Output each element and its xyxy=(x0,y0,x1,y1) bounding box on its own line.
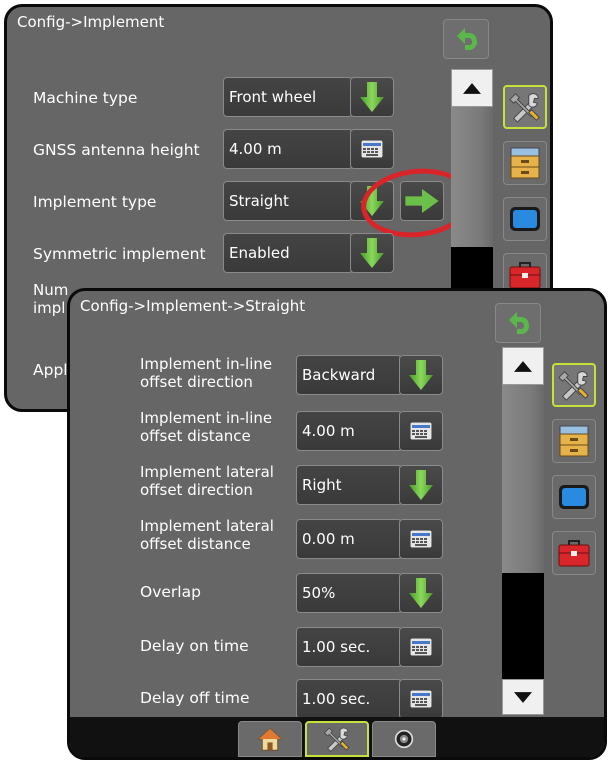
inline-offset-distance-label: Implement in-line offset distance xyxy=(140,409,273,445)
inline-offset-distance-value[interactable]: 4.00 m xyxy=(296,411,402,451)
tab-gauge[interactable] xyxy=(372,721,436,757)
arrow-down-icon xyxy=(360,238,384,268)
file-cabinet-icon xyxy=(559,425,589,457)
triangle-down-icon xyxy=(514,692,532,703)
gnss-antenna-height-value[interactable]: 4.00 m xyxy=(223,129,353,169)
gnss-antenna-height-keyboard-button[interactable] xyxy=(350,129,394,169)
arrow-down-icon xyxy=(409,360,433,390)
overlap-dropdown-button[interactable] xyxy=(399,573,443,613)
side-data-button[interactable] xyxy=(552,419,596,463)
side-tools-button[interactable] xyxy=(503,85,547,129)
arrow-down-icon xyxy=(409,470,433,500)
delay-on-time-value[interactable]: 1.00 sec. xyxy=(296,627,402,667)
delay-off-time-value[interactable]: 1.00 sec. xyxy=(296,679,402,719)
lateral-offset-distance-label: Implement lateral offset distance xyxy=(140,517,274,553)
tools-icon xyxy=(323,725,351,753)
tools-icon xyxy=(508,90,542,124)
overlap-value[interactable]: 50% xyxy=(296,573,402,613)
inline-offset-direction-value[interactable]: Backward xyxy=(296,355,402,395)
lateral-offset-direction-label: Implement lateral offset direction xyxy=(140,463,274,499)
side-toolbox-button[interactable] xyxy=(552,531,596,575)
lateral-offset-direction-dropdown-button[interactable] xyxy=(399,465,443,505)
bottom-tab-bar xyxy=(70,717,604,757)
scroll-up-button[interactable] xyxy=(502,347,544,385)
scroll-up-button[interactable] xyxy=(451,69,493,107)
machine-type-value[interactable]: Front wheel xyxy=(223,77,353,117)
back-arrow-icon xyxy=(453,26,479,52)
toolbox-icon xyxy=(509,261,541,289)
keyboard-icon xyxy=(410,422,432,440)
triangle-up-icon xyxy=(514,361,532,372)
scroll-down-button[interactable] xyxy=(502,679,544,715)
symmetric-implement-label: Symmetric implement xyxy=(33,245,206,263)
back-arrow-icon xyxy=(505,310,531,336)
symmetric-implement-value[interactable]: Enabled xyxy=(223,233,353,273)
scroll-track-empty xyxy=(502,573,544,679)
symmetric-implement-dropdown-button[interactable] xyxy=(350,233,394,273)
num-implement-label: Num impl xyxy=(33,281,69,317)
tools-icon xyxy=(557,368,591,402)
keyboard-icon xyxy=(361,140,383,158)
machine-type-label: Machine type xyxy=(33,89,138,107)
triangle-up-icon xyxy=(463,83,481,94)
display-icon xyxy=(558,484,590,510)
display-icon xyxy=(509,206,541,232)
implement-type-label: Implement type xyxy=(33,193,157,211)
inline-offset-direction-dropdown-button[interactable] xyxy=(399,355,443,395)
keyboard-icon xyxy=(410,690,432,708)
tab-tools[interactable] xyxy=(305,721,369,757)
side-tools-button[interactable] xyxy=(552,363,596,407)
arrow-down-icon xyxy=(409,578,433,608)
inline-offset-direction-label: Implement in-line offset direction xyxy=(140,355,273,391)
gnss-antenna-height-label: GNSS antenna height xyxy=(33,141,200,159)
gauge-icon xyxy=(394,729,414,749)
home-icon xyxy=(257,727,283,751)
tab-home[interactable] xyxy=(238,721,302,757)
back-button[interactable] xyxy=(495,303,541,343)
delay-on-time-label: Delay on time xyxy=(140,637,249,655)
side-display-button[interactable] xyxy=(552,475,596,519)
lateral-offset-direction-value[interactable]: Right xyxy=(296,465,402,505)
keyboard-icon xyxy=(410,638,432,656)
inline-offset-distance-keyboard-button[interactable] xyxy=(399,411,443,451)
delay-off-time-keyboard-button[interactable] xyxy=(399,679,443,719)
arrow-down-icon xyxy=(360,82,384,112)
scroll-thumb[interactable] xyxy=(502,385,544,573)
scroll-thumb[interactable] xyxy=(451,107,493,247)
toolbox-icon xyxy=(558,539,590,567)
page-title: Config->Implement xyxy=(17,13,165,31)
keyboard-icon xyxy=(410,530,432,548)
lateral-offset-distance-keyboard-button[interactable] xyxy=(399,519,443,559)
page-title: Config->Implement->Straight xyxy=(80,297,306,315)
overlap-label: Overlap xyxy=(140,583,201,601)
implement-type-value[interactable]: Straight xyxy=(223,181,353,221)
appl-label: Appl xyxy=(33,361,68,379)
file-cabinet-icon xyxy=(510,147,540,179)
delay-off-time-label: Delay off time xyxy=(140,689,250,707)
side-display-button[interactable] xyxy=(503,197,547,241)
machine-type-dropdown-button[interactable] xyxy=(350,77,394,117)
side-data-button[interactable] xyxy=(503,141,547,185)
delay-on-time-keyboard-button[interactable] xyxy=(399,627,443,667)
implement-straight-config-window: Config->Implement->Straight Implement in… xyxy=(67,288,607,760)
lateral-offset-distance-value[interactable]: 0.00 m xyxy=(296,519,402,559)
back-button[interactable] xyxy=(443,19,489,59)
